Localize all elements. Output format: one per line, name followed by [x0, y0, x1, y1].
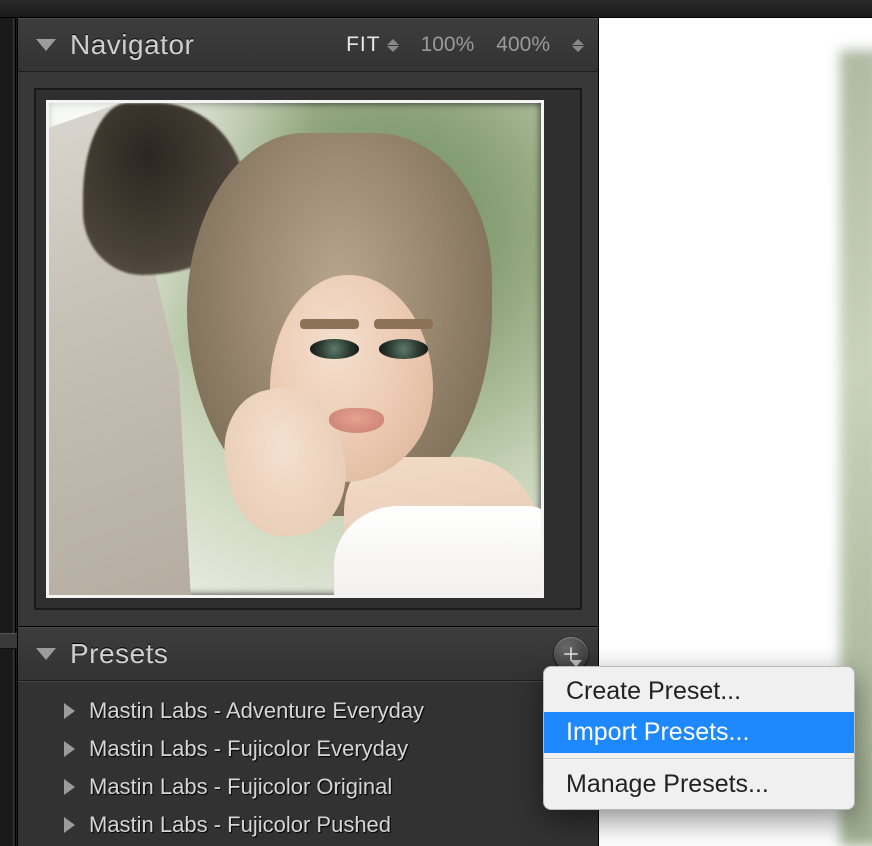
- left-edge-strip[interactable]: [0, 18, 18, 846]
- menu-import-presets[interactable]: Import Presets...: [544, 712, 854, 753]
- menu-create-preset[interactable]: Create Preset...: [544, 671, 854, 712]
- zoom-100-button[interactable]: 100%: [421, 33, 475, 57]
- preset-group-label: Mastin Labs - Fujicolor Original: [89, 774, 392, 800]
- zoom-controls: FIT 100% 400%: [346, 33, 584, 57]
- zoom-400-button[interactable]: 400%: [496, 33, 550, 57]
- zoom-fit-label: FIT: [346, 33, 381, 57]
- preset-group[interactable]: Mastin Labs - Fujicolor Pushed: [18, 806, 598, 844]
- disclosure-right-icon: [64, 817, 75, 833]
- navigator-frame: [34, 88, 582, 610]
- disclosure-down-icon: [36, 648, 56, 660]
- stepper-icon: [387, 39, 399, 52]
- preset-group[interactable]: Mastin Labs - Fujicolor Original: [18, 768, 598, 806]
- presets-title: Presets: [70, 638, 168, 670]
- preset-group-label: Mastin Labs - Fujicolor Pushed: [89, 812, 391, 838]
- presets-header[interactable]: Presets: [18, 627, 598, 681]
- presets-context-menu: Create Preset... Import Presets... Manag…: [543, 666, 855, 810]
- panel-collapse-handle[interactable]: [0, 633, 17, 649]
- disclosure-right-icon: [64, 741, 75, 757]
- preview-image: [49, 103, 541, 595]
- app-frame: Navigator FIT 100% 400%: [0, 0, 872, 846]
- disclosure-right-icon: [64, 703, 75, 719]
- preset-group[interactable]: Mastin Labs - Adventure Everyday: [18, 692, 598, 730]
- left-panel: Navigator FIT 100% 400%: [18, 18, 599, 846]
- disclosure-down-icon: [36, 39, 56, 51]
- disclosure-right-icon: [64, 779, 75, 795]
- edge-line: [13, 18, 16, 846]
- presets-body: Mastin Labs - Adventure Everyday Mastin …: [18, 681, 598, 846]
- window-top-bar: [0, 0, 872, 18]
- zoom-fit-button[interactable]: FIT: [346, 33, 399, 57]
- preset-group-label: Mastin Labs - Fujicolor Everyday: [89, 736, 408, 762]
- navigator-header[interactable]: Navigator FIT 100% 400%: [18, 18, 598, 72]
- preset-group-label: Mastin Labs - Adventure Everyday: [89, 698, 424, 724]
- navigator-title: Navigator: [70, 29, 194, 61]
- navigator-preview[interactable]: [46, 100, 544, 598]
- menu-manage-presets[interactable]: Manage Presets...: [544, 764, 854, 805]
- navigator-body: [18, 72, 598, 627]
- menu-separator: [544, 758, 854, 759]
- preset-group[interactable]: Mastin Labs - Fujicolor Everyday: [18, 730, 598, 768]
- stepper-icon[interactable]: [572, 39, 584, 52]
